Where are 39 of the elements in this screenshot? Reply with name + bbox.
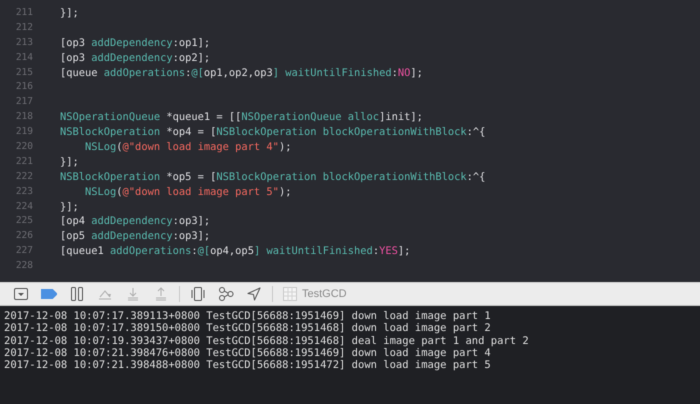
app-icon <box>283 287 297 301</box>
line-number: 225 <box>14 214 33 228</box>
line-number: 226 <box>14 229 33 244</box>
code-line: NSBlockOperation *op4 = [NSBlockOperation blockOperationWithBlock:^{ <box>60 125 486 140</box>
code-line: NSBlockOperation *op5 = [NSBlockOperation blockOperationWithBlock:^{ <box>60 170 486 185</box>
line-number: 215 <box>14 66 33 80</box>
line-number: 217 <box>14 95 33 110</box>
line-number: 222 <box>14 170 33 184</box>
line-number: 214 <box>14 50 33 65</box>
line-number: 223 <box>14 184 33 199</box>
log-line: 2017-12-08 10:07:21.398488+0800 TestGCD[56688:1951472] down load image part 5 <box>4 359 492 372</box>
log-line: 2017-12-08 10:07:17.389150+0800 TestGCD[56688:1951468] down load image part 2 <box>4 322 492 335</box>
code-line: [op5 addDependency:op3]; <box>60 229 210 244</box>
line-number: 212 <box>14 20 33 35</box>
line-number: 228 <box>14 259 33 274</box>
line-number: 220 <box>14 140 33 154</box>
code-line: NSOperationQueue *queue1 = [[NSOperationQueue alloc]init]; <box>60 110 423 126</box>
line-number: 213 <box>14 36 33 50</box>
code-line: }]; <box>60 154 79 170</box>
code-line: }]; <box>60 200 79 214</box>
line-number: 218 <box>14 110 33 124</box>
line-number: 221 <box>14 154 33 169</box>
code-line: NSLog(@"down load image part 4"); <box>85 140 292 155</box>
code-line: [op4 addDependency:op3]; <box>60 214 210 230</box>
log-line: 2017-12-08 10:07:19.393437+0800 TestGCD[56688:1951468] deal image part 1 and part 2 <box>4 334 530 347</box>
line-number: 216 <box>14 80 33 94</box>
code-line: NSLog(@"down load image part 5"); <box>85 184 292 200</box>
code-line: [op3 addDependency:op1]; <box>60 36 210 51</box>
target-label: TestGCD <box>302 288 347 300</box>
line-number: 227 <box>14 244 33 258</box>
log-line: 2017-12-08 10:07:21.398476+0800 TestGCD[56688:1951469] down load image part 4 <box>4 346 492 360</box>
log-line: 2017-12-08 10:07:17.389113+0800 TestGCD[56688:1951469] down load image part 1 <box>4 310 492 322</box>
code-line: }]; <box>60 6 79 21</box>
code-line: [queue1 addOperations:@[op4,op5] waitUntilFinished:YES]; <box>60 244 410 260</box>
code-line: [op3 addDependency:op2]; <box>60 50 210 66</box>
line-number: 219 <box>14 125 33 140</box>
line-number: 211 <box>14 6 33 20</box>
line-number: 224 <box>14 200 33 214</box>
code-line: [queue addOperations:@[op1,op2,op3] waitUntilFinished:NO]; <box>60 66 423 80</box>
